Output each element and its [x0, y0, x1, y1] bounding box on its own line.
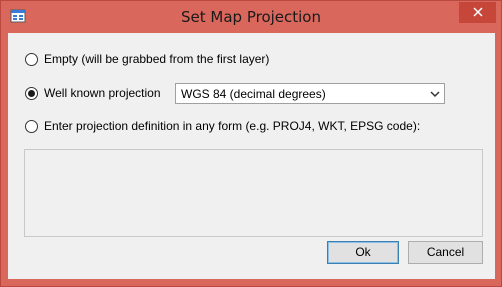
- radio-custom-definition[interactable]: [25, 119, 38, 133]
- projection-definition-input[interactable]: [24, 149, 483, 237]
- window-title: Set Map Projection: [181, 8, 321, 26]
- option-custom-definition[interactable]: Enter projection definition in any form …: [25, 119, 420, 133]
- option-custom-definition-label[interactable]: Enter projection definition in any form …: [44, 119, 420, 133]
- dialog-body: Empty (will be grabbed from the first la…: [8, 33, 495, 279]
- title-bar[interactable]: Set Map Projection: [1, 1, 501, 33]
- radio-empty[interactable]: [25, 52, 38, 66]
- close-button[interactable]: [459, 2, 496, 23]
- ok-button[interactable]: Ok: [327, 241, 399, 264]
- dialog-window: Set Map Projection Empty (will be grabbe…: [0, 0, 502, 287]
- radio-well-known-projection[interactable]: [25, 86, 38, 100]
- radio-selected-dot: [28, 89, 35, 97]
- option-empty-label[interactable]: Empty (will be grabbed from the first la…: [44, 52, 269, 66]
- option-well-known-projection[interactable]: Well known projection: [25, 86, 161, 100]
- chevron-down-icon[interactable]: [430, 88, 440, 98]
- option-empty[interactable]: Empty (will be grabbed from the first la…: [25, 52, 269, 66]
- close-icon: [472, 6, 483, 20]
- projection-select-value: WGS 84 (decimal degrees): [181, 86, 326, 101]
- option-well-known-projection-label[interactable]: Well known projection: [44, 86, 161, 100]
- projection-select[interactable]: WGS 84 (decimal degrees): [175, 83, 445, 104]
- cancel-button[interactable]: Cancel: [408, 241, 483, 264]
